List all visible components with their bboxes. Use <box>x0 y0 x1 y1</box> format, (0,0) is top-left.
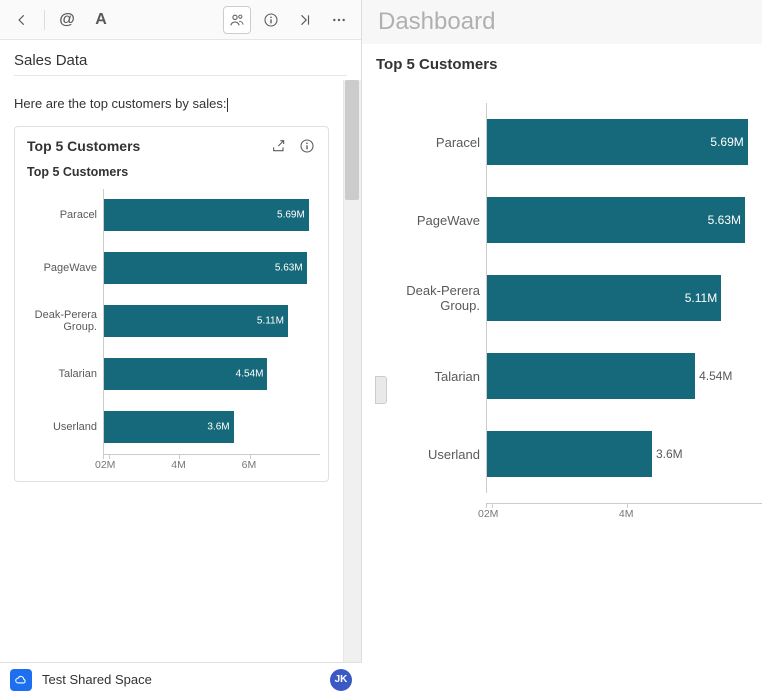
bar[interactable]: 5.11M <box>487 275 721 322</box>
at-icon: @ <box>59 11 75 29</box>
chevron-left-icon <box>15 13 29 27</box>
bar[interactable]: 4.54M <box>104 358 267 390</box>
bar-row: Talarian4.54M <box>376 337 762 415</box>
bar-category-label: Userland <box>376 447 486 462</box>
bar-track: 4.54M <box>486 337 762 415</box>
go-end-icon <box>298 13 312 27</box>
bar-row: Userland3.6M <box>376 415 762 493</box>
section-title: Sales Data <box>14 52 347 76</box>
card-subtitle: Top 5 Customers <box>15 165 328 185</box>
space-icon[interactable] <box>10 669 32 691</box>
scrollbar-track[interactable] <box>343 80 361 662</box>
bar[interactable]: 3.6M <box>487 431 652 478</box>
bar-track: 4.54M <box>103 348 320 401</box>
bar[interactable]: 5.69M <box>487 119 748 166</box>
export-button[interactable] <box>270 137 288 155</box>
cloud-icon <box>14 673 28 687</box>
bar-value-label: 5.63M <box>275 263 303 274</box>
bar-category-label: Paracel <box>23 209 103 221</box>
bar-category-label: Deak-Perera Group. <box>376 283 486 313</box>
text-cursor <box>227 98 228 112</box>
text-a-icon: A <box>95 11 107 29</box>
bar-category-label: PageWave <box>376 213 486 228</box>
note-text-content: Here are the top customers by sales: <box>14 96 226 111</box>
x-tick: 6M <box>250 459 320 471</box>
bar-value-label: 5.11M <box>257 316 284 327</box>
bar-track: 5.69M <box>486 103 762 181</box>
scrollbar-thumb[interactable] <box>345 80 359 200</box>
info-icon <box>263 12 279 28</box>
more-button[interactable] <box>325 6 353 34</box>
bar[interactable]: 5.69M <box>104 199 309 231</box>
bar-row: Talarian 4.54M <box>23 348 320 401</box>
bar-row: PageWave 5.63M <box>23 242 320 295</box>
card-info-button[interactable] <box>298 137 316 155</box>
info-button[interactable] <box>257 6 285 34</box>
bar-value-label: 5.11M <box>685 291 717 305</box>
bar[interactable]: 5.63M <box>487 197 745 244</box>
bar-category-label: Userland <box>23 421 103 433</box>
bar[interactable]: 5.63M <box>104 252 307 284</box>
bar-track: 3.6M <box>486 415 762 493</box>
bar-track: 5.63M <box>486 181 762 259</box>
bar[interactable]: 4.54M <box>487 353 695 400</box>
bar-value-label: 5.69M <box>277 210 305 221</box>
x-tick: 2M <box>492 508 627 520</box>
x-tick: 4M <box>627 508 762 520</box>
export-icon <box>271 138 287 154</box>
bar-value-label: 4.54M <box>236 369 264 380</box>
bar-row: Deak-Perera Group. 5.11M <box>376 259 762 337</box>
text-format-button[interactable]: A <box>87 6 115 34</box>
dashboard-title: Dashboard <box>362 0 762 44</box>
bar-track: 5.11M <box>103 295 320 348</box>
ellipsis-icon <box>331 12 347 28</box>
space-name[interactable]: Test Shared Space <box>42 672 320 687</box>
bar-row: Userland 3.6M <box>23 401 320 454</box>
mention-button[interactable]: @ <box>53 6 81 34</box>
bar-row: Deak-Perera Group. 5.11M <box>23 295 320 348</box>
card-header: Top 5 Customers <box>15 127 328 165</box>
x-tick: 4M <box>179 459 249 471</box>
bar-category-label: Talarian <box>23 368 103 380</box>
dashboard-chart-card: Top 5 Customers Paracel 5.69M PageWave 5.63… <box>376 56 762 696</box>
bar-value-label: 4.54M <box>699 369 732 383</box>
bar-category-label: Paracel <box>376 135 486 150</box>
chart-card: Top 5 Customers Top 5 Customers Par <box>14 126 329 482</box>
dashboard-chart-title: Top 5 Customers <box>376 56 762 73</box>
back-button[interactable] <box>8 6 36 34</box>
bar-value-label: 5.63M <box>708 213 741 227</box>
bar-row: PageWave 5.63M <box>376 181 762 259</box>
bar-category-label: Talarian <box>376 369 486 384</box>
bar-value-label: 3.6M <box>207 422 229 433</box>
people-icon <box>229 12 245 28</box>
bar[interactable]: 3.6M <box>104 411 234 443</box>
bar-row: Paracel 5.69M <box>23 189 320 242</box>
small-chart: Paracel 5.69M PageWave 5.63M Deak-Perera Gro… <box>15 185 328 481</box>
editor-panel: @ A Sales Data <box>0 0 362 696</box>
bar-value-label: 5.69M <box>710 135 743 149</box>
x-tick: 2M <box>109 459 179 471</box>
editor-content[interactable]: Here are the top customers by sales: Top… <box>0 86 343 696</box>
bar-track: 5.69M <box>103 189 320 242</box>
card-title: Top 5 Customers <box>27 138 270 154</box>
go-end-button[interactable] <box>291 6 319 34</box>
info-icon <box>299 138 315 154</box>
bar[interactable]: 5.11M <box>104 305 288 337</box>
dashboard-panel: Dashboard Top 5 Customers Paracel5.69MPa… <box>362 0 762 696</box>
bar-value-label: 3.6M <box>656 447 683 461</box>
bar-row: Paracel 5.69M <box>376 103 762 181</box>
bar-category-label: PageWave <box>23 262 103 274</box>
bar-category-label: Deak-Perera Group. <box>23 309 103 333</box>
bar-track: 5.63M <box>103 242 320 295</box>
user-avatar[interactable]: JK <box>330 669 352 691</box>
bar-track: 5.11M <box>486 259 762 337</box>
note-text[interactable]: Here are the top customers by sales: <box>14 96 329 112</box>
bar-track: 3.6M <box>103 401 320 454</box>
footer-bar: Test Shared Space JK <box>0 662 362 696</box>
separator <box>44 10 45 30</box>
share-users-button[interactable] <box>223 6 251 34</box>
toolbar: @ A <box>0 0 361 40</box>
